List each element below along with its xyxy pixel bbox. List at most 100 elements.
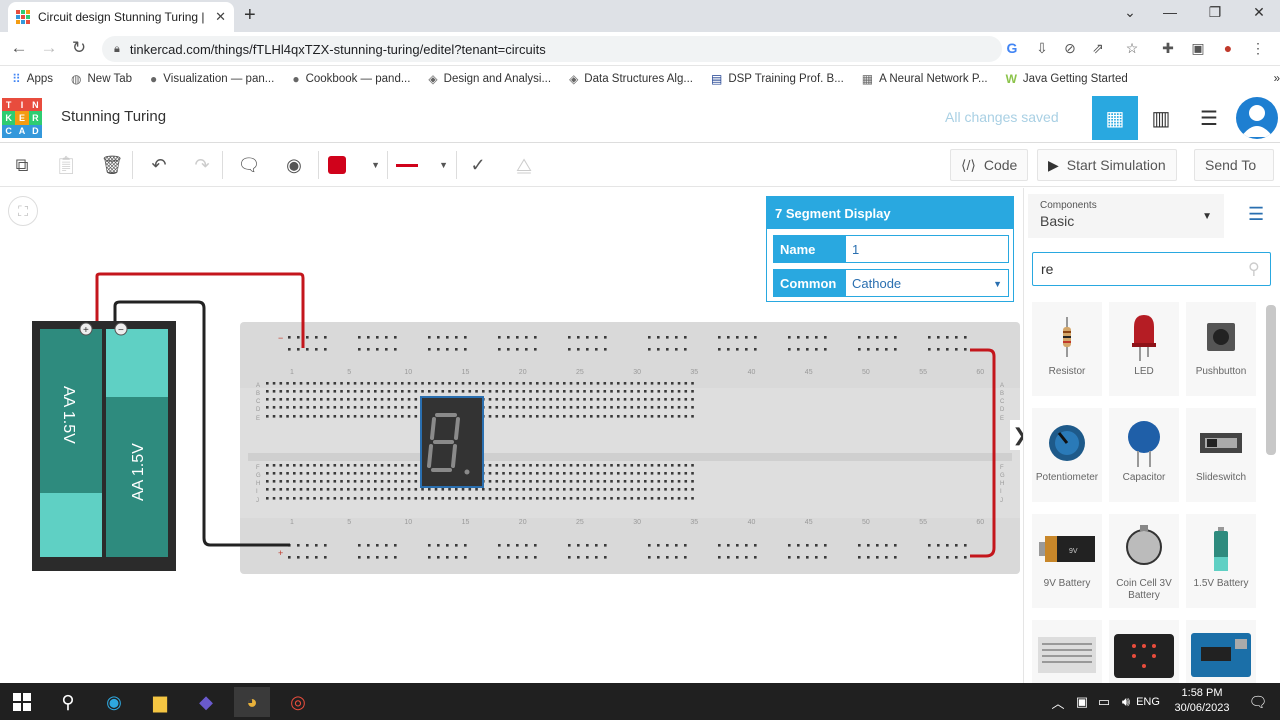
bookmark-item[interactable]: ◈ Design and Analysi... <box>428 72 551 86</box>
workplane-canvas[interactable]: ⛶ 1 1 5 5 10 10 15 15 20 20 25 25 30 30 35 35 40 40 45 45 50… <box>0 188 1030 683</box>
breadboard-row-label: D <box>256 407 261 413</box>
language-indicator[interactable]: ENG <box>1130 687 1166 717</box>
avatar[interactable] <box>1236 97 1278 139</box>
component-card-arduino[interactable] <box>1186 620 1256 683</box>
bookmark-label: Visualization — pan... <box>163 73 275 85</box>
bookmark-item[interactable]: W Java Getting Started <box>1006 72 1128 86</box>
delete-icon[interactable]: 🗑︎ <box>98 151 126 179</box>
eye-off-icon[interactable]: ⊘ <box>1060 40 1080 57</box>
bookmark-item[interactable]: ▦ A Neural Network P... <box>862 72 988 86</box>
breadboard-column-label: 1 <box>290 519 294 526</box>
profile-icon[interactable]: ● <box>1218 40 1238 56</box>
component-card-microbit[interactable] <box>1109 620 1179 683</box>
breadboard-column-label: 15 <box>462 369 470 376</box>
panel-scrollbar[interactable] <box>1266 305 1276 455</box>
url-text: tinkercad.com/things/fTLHl4qxTZX-stunnin… <box>129 41 546 57</box>
battery-9v-icon: 9V <box>1039 536 1095 562</box>
share-icon[interactable]: ⇗ <box>1088 40 1108 57</box>
code-button[interactable]: ⟨/⟩ Code <box>950 149 1029 181</box>
tinkercad-logo[interactable]: TIN KER CAD <box>2 98 42 138</box>
wire-type-picker[interactable]: ▼ <box>396 151 448 179</box>
forward-icon[interactable]: → <box>38 38 60 58</box>
component-card-1-5v-battery[interactable]: 1.5V Battery <box>1186 514 1256 608</box>
note-icon[interactable]: 🗨︎ <box>235 151 263 179</box>
component-card-9v-battery[interactable]: 9V 9V Battery <box>1032 514 1102 608</box>
bookmark-item[interactable]: ◈ Data Structures Alg... <box>569 72 693 86</box>
schematic-view-button[interactable]: ▥ <box>1138 96 1184 140</box>
window-close-icon[interactable]: ✕ <box>1244 4 1274 21</box>
search-input[interactable] <box>1032 252 1271 286</box>
flip-icon[interactable]: ⧋ <box>510 151 538 179</box>
edge-icon[interactable]: ◉ <box>96 687 132 717</box>
bookmark-star-icon[interactable]: ☆ <box>1122 40 1142 57</box>
windows-start-icon[interactable] <box>4 687 40 717</box>
component-card-pushbutton[interactable]: Pushbutton <box>1186 302 1256 396</box>
component-card-breadboard[interactable] <box>1032 620 1102 683</box>
component-card-resistor[interactable]: Resistor <box>1032 302 1102 396</box>
close-tab-icon[interactable]: ✕ <box>215 9 226 25</box>
list-view-icon[interactable]: ☰ <box>1248 204 1264 225</box>
clock-time: 1:58 PM <box>1181 687 1223 699</box>
name-row: Name 1 <box>773 235 1009 263</box>
bookmark-item[interactable]: ● Cookbook — pand... <box>292 72 410 86</box>
start-simulation-button[interactable]: ▶ Start Simulation <box>1037 149 1177 181</box>
bookmark-item[interactable]: ⠿ Apps <box>12 72 53 86</box>
led-icon <box>1132 315 1156 361</box>
component-card-coin-cell[interactable]: Coin Cell 3V Battery <box>1109 514 1179 608</box>
tab-search-icon[interactable]: ⌄ <box>1115 4 1145 21</box>
clock[interactable]: 1:58 PM 30/06/2023 <box>1168 686 1236 716</box>
back-icon[interactable]: ← <box>8 38 30 58</box>
url-field[interactable]: 🔒︎ tinkercad.com/things/fTLHl4qxTZX-stun… <box>102 36 1002 62</box>
extensions-icon[interactable]: ✚ <box>1158 40 1178 57</box>
minimize-icon[interactable]: — <box>1155 4 1185 20</box>
component-card-led[interactable]: LED <box>1109 302 1179 396</box>
copy-icon[interactable]: ⧉ <box>8 151 36 179</box>
google-icon[interactable]: G <box>1002 40 1022 56</box>
name-field[interactable]: 1 <box>846 236 1008 262</box>
battery-cell-1-label: AA 1.5V <box>60 386 77 444</box>
battery-minus-label: − <box>118 325 124 336</box>
recorder-icon[interactable]: ◎ <box>280 687 316 717</box>
redo-icon[interactable]: ↷ <box>188 151 216 179</box>
bookmark-item[interactable]: ● Visualization — pan... <box>150 72 274 86</box>
notifications-icon[interactable]: 🗨︎ <box>1240 687 1276 717</box>
browser-tab[interactable]: Circuit design Stunning Turing | Ti ✕ <box>8 2 234 32</box>
paste-icon[interactable]: 📋︎ <box>52 151 80 179</box>
diamond-icon: ◈ <box>569 72 579 86</box>
bookmark-item[interactable]: ▤ DSP Training Prof. B... <box>711 72 844 86</box>
reload-icon[interactable]: ↻ <box>68 38 90 58</box>
component-name: 9V Battery <box>1043 578 1091 589</box>
coin-cell-icon <box>1126 525 1162 565</box>
windows-logo-icon <box>13 693 31 711</box>
component-list-button[interactable]: ☰ <box>1186 96 1232 140</box>
new-tab-icon[interactable]: + <box>244 4 264 27</box>
apps-grid-icon: ⠿ <box>12 72 21 86</box>
file-explorer-icon[interactable]: ▆ <box>142 687 178 717</box>
component-card-capacitor[interactable]: Capacitor <box>1109 408 1179 502</box>
search-icon[interactable]: ⚲ <box>50 687 86 717</box>
circuit-view-button[interactable]: ▦ <box>1092 96 1138 140</box>
menu-kebab-icon[interactable]: ⋮ <box>1248 40 1268 57</box>
components-dropdown[interactable]: Components Basic ▼ <box>1028 194 1224 238</box>
fill-color-picker[interactable]: ▼ <box>328 151 380 179</box>
component-card-slideswitch[interactable]: Slideswitch <box>1186 408 1256 502</box>
component-card-potentiometer[interactable]: Potentiometer <box>1032 408 1102 502</box>
send-to-button[interactable]: Send To <box>1194 149 1274 181</box>
app-icon[interactable]: ◆ <box>188 687 224 717</box>
notes-toggle-icon[interactable]: ◉ <box>280 151 308 179</box>
chrome-icon[interactable]: ◕ <box>234 687 270 717</box>
install-icon[interactable]: ⇩ <box>1032 40 1052 57</box>
bookmark-item[interactable]: ◍ New Tab <box>71 72 132 86</box>
breadboard-row-label: A <box>256 383 260 389</box>
side-panel-icon[interactable]: ▣ <box>1188 40 1208 57</box>
chevron-down-icon: ▼ <box>439 160 448 170</box>
bookmarks-bar: ⠿ Apps ◍ New Tab ● Visualization — pan... ●… <box>0 66 1280 92</box>
common-select[interactable]: Cathode ▼ <box>846 270 1008 296</box>
more-bookmarks-icon[interactable]: » <box>1274 73 1280 85</box>
document-title[interactable]: Stunning Turing <box>61 108 166 125</box>
undo-icon[interactable]: ↶ <box>145 151 173 179</box>
bookmark-label: Cookbook — pand... <box>305 73 411 85</box>
breadboard-column-label: 55 <box>919 519 927 526</box>
rotate-icon[interactable]: ✓ <box>464 151 492 179</box>
restore-icon[interactable]: ❐ <box>1200 4 1230 21</box>
